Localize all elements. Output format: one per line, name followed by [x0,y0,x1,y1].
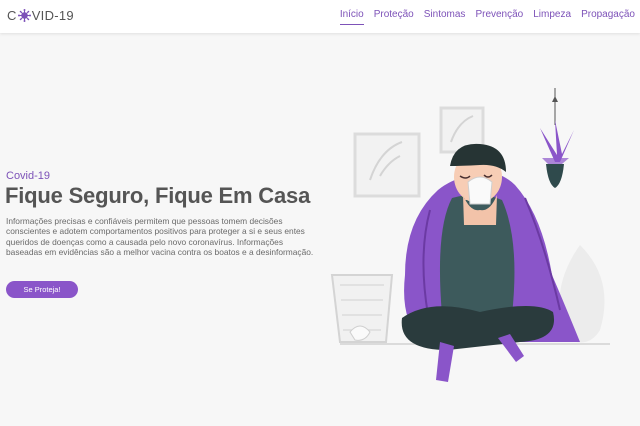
hero-description: Informações precisas e confiáveis permit… [6,216,314,258]
waste-basket [330,274,394,343]
logo-text-right: VID-19 [31,8,74,23]
nav-item-protecao[interactable]: Proteção [374,9,414,25]
hero-kicker: Covid-19 [6,170,51,182]
sick-person-illustration [330,88,610,382]
nav-item-propagacao[interactable]: Propagação [581,9,635,25]
nav-item-limpeza[interactable]: Limpeza [533,9,571,25]
nav-item-prevencao[interactable]: Prevenção [475,9,523,25]
wall-frame-left [353,132,421,198]
logo-text-left: C [7,8,17,23]
hanging-plant [540,88,574,188]
nav-item-sintomas[interactable]: Sintomas [424,9,466,25]
top-navbar: C VID-19 Início Proteção Sintomas Preven… [0,0,640,33]
main-nav: Início Proteção Sintomas Prevenção Limpe… [339,9,635,25]
virus-icon [17,9,31,22]
protect-button[interactable]: Se Proteja! [6,281,78,298]
brand-logo[interactable]: C VID-19 [7,8,74,23]
hero-title: Fique Seguro, Fique Em Casa [5,183,311,208]
nav-item-inicio[interactable]: Início [339,9,364,25]
